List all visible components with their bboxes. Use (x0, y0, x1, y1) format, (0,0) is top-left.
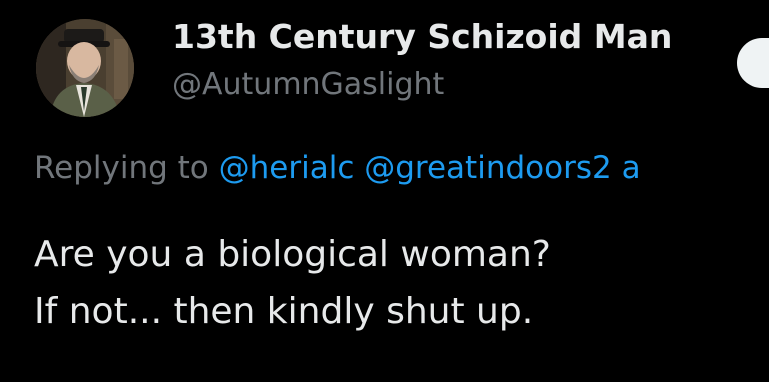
avatar[interactable] (36, 19, 134, 117)
mention-herialc[interactable]: @herialc (219, 150, 355, 186)
tweet-text: Are you a biological woman? If not... th… (34, 226, 551, 340)
user-handle[interactable]: @AutumnGaslight (172, 67, 444, 102)
profile-photo-icon (36, 19, 134, 117)
tweet-line: Are you a biological woman? (34, 234, 551, 275)
mention-truncated[interactable]: a (622, 150, 641, 186)
mention-greatindoors2[interactable]: @greatindoors2 (364, 150, 611, 186)
follow-button[interactable] (737, 38, 769, 88)
display-name[interactable]: 13th Century Schizoid Man (172, 17, 672, 56)
tweet-line: If not... then kindly shut up. (34, 291, 534, 332)
replying-to-line: Replying to @herialc @greatindoors2 a (34, 150, 641, 186)
replying-to-label: Replying to (34, 150, 209, 186)
